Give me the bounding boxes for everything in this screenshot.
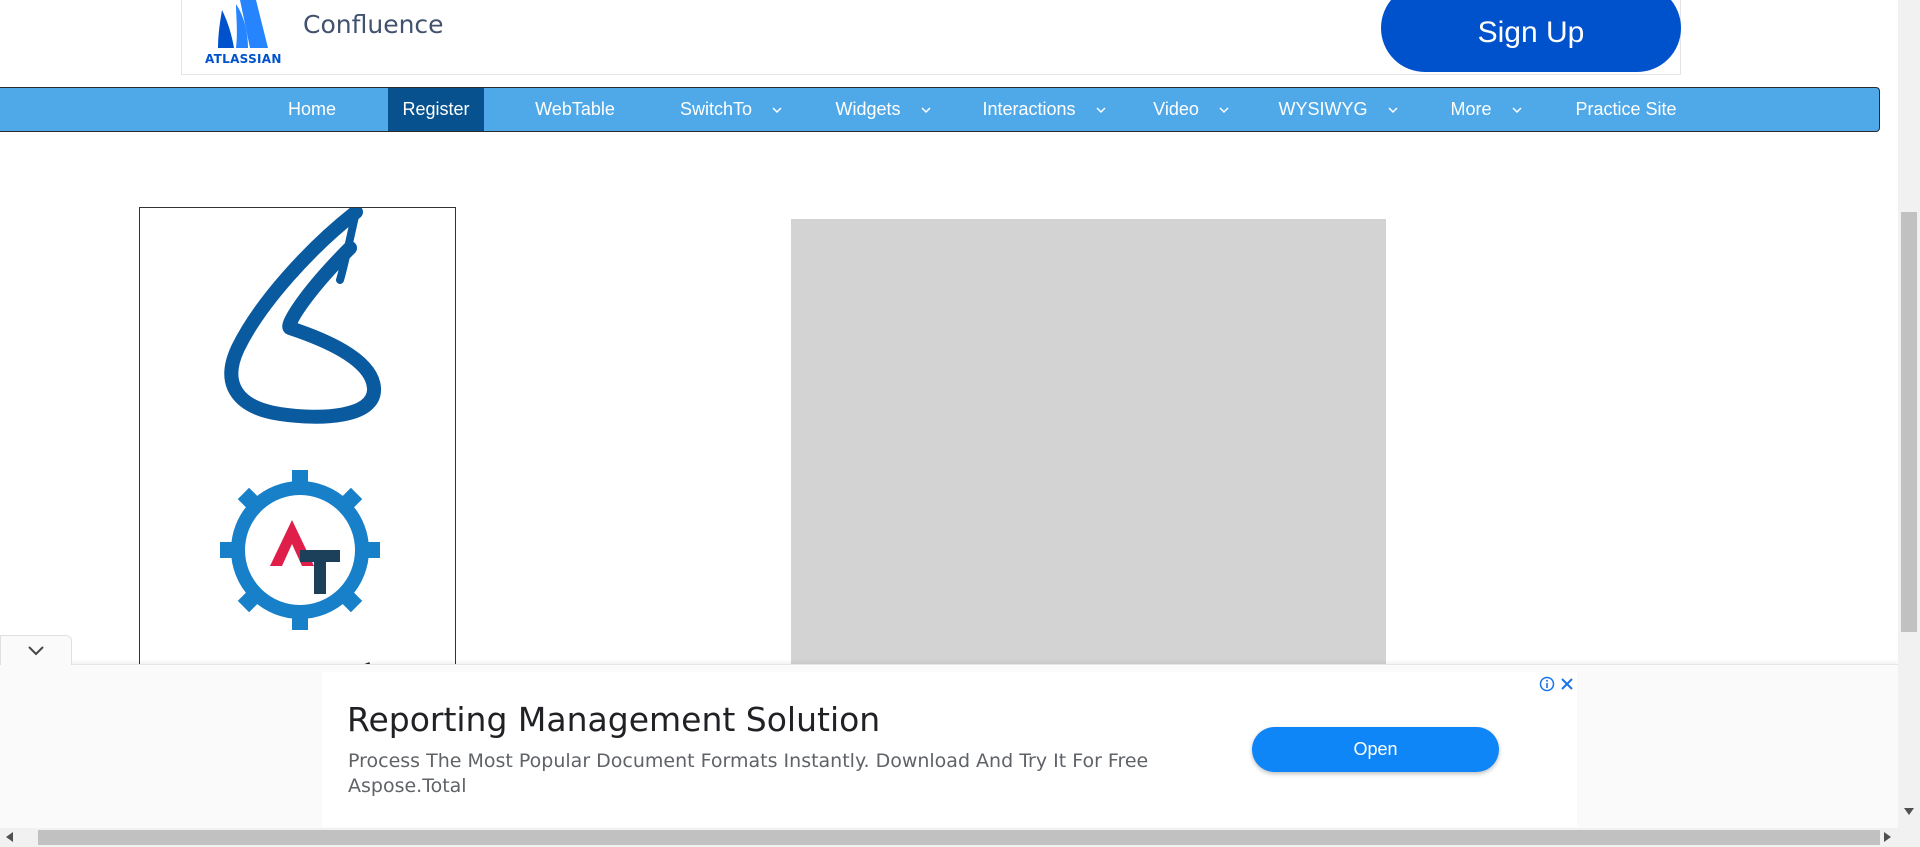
horizontal-scrollbar[interactable] xyxy=(0,828,1898,847)
chevron-down-icon xyxy=(1096,106,1106,113)
nav-item-webtable[interactable]: WebTable xyxy=(528,88,622,131)
ad-brand: Aspose.Total xyxy=(348,775,467,797)
chevron-down-icon xyxy=(920,106,931,113)
nav-item-switchto[interactable]: SwitchTo xyxy=(672,88,792,131)
scrollbar-corner xyxy=(1898,828,1920,847)
info-icon[interactable] xyxy=(1539,676,1555,692)
content-placeholder xyxy=(791,219,1386,689)
nav-item-register[interactable]: Register xyxy=(388,88,484,131)
scroll-down-arrow-icon[interactable] xyxy=(1904,808,1914,816)
chevron-down-icon xyxy=(28,645,44,655)
ad-description: Process The Most Popular Document Format… xyxy=(348,750,1149,772)
scroll-left-arrow-icon[interactable] xyxy=(6,832,14,842)
nav-item-more[interactable]: More xyxy=(1446,88,1528,131)
logo-card xyxy=(139,207,456,677)
nav-item-home[interactable]: Home xyxy=(276,88,348,131)
nav-label: Home xyxy=(287,99,336,119)
nav-item-video[interactable]: Video xyxy=(1148,88,1236,131)
vertical-scroll-thumb[interactable] xyxy=(1901,212,1917,632)
nav-label: Register xyxy=(402,99,470,119)
chevron-down-icon xyxy=(1387,106,1398,113)
chevron-down-icon xyxy=(772,106,782,113)
automation-testing-gear-logo-icon xyxy=(220,470,380,630)
nav-item-wysiwyg[interactable]: WYSIWYG xyxy=(1276,88,1402,131)
top-ad-banner[interactable]: ATLASSIAN Confluence Sign Up xyxy=(181,0,1681,75)
product-name: Confluence xyxy=(303,10,444,39)
nav-item-interactions[interactable]: Interactions xyxy=(975,88,1115,131)
vertical-scrollbar[interactable] xyxy=(1898,0,1920,828)
bottom-ad[interactable]: Reporting Management Solution Process Th… xyxy=(322,672,1577,827)
nav-item-practice-site[interactable]: Practice Site xyxy=(1570,88,1682,131)
nav-label: Video xyxy=(1153,99,1199,119)
nav-label: Widgets xyxy=(835,99,901,119)
nav-label: WYSIWYG xyxy=(1278,99,1368,119)
main-navbar: Home Register WebTable SwitchTo Widgets … xyxy=(0,87,1880,132)
nav-label: WebTable xyxy=(535,99,615,119)
sign-up-button[interactable]: Sign Up xyxy=(1381,0,1681,72)
ad-open-button[interactable]: Open xyxy=(1252,727,1499,772)
chevron-down-icon xyxy=(1511,106,1522,113)
scroll-right-arrow-icon[interactable] xyxy=(1884,832,1892,842)
atlassian-wordmark: ATLASSIAN xyxy=(205,52,282,66)
nav-label: Interactions xyxy=(982,99,1076,119)
collapse-ad-button[interactable] xyxy=(0,635,72,665)
close-icon[interactable] xyxy=(1558,675,1576,693)
nav-label: SwitchTo xyxy=(679,99,753,119)
nav-label: More xyxy=(1450,99,1492,119)
nav-item-widgets[interactable]: Widgets xyxy=(828,88,940,131)
ad-title[interactable]: Reporting Management Solution xyxy=(347,700,880,739)
horizontal-scroll-thumb[interactable] xyxy=(38,830,1880,845)
nav-label: Practice Site xyxy=(1575,99,1677,119)
s-letter-logo-icon xyxy=(224,208,381,424)
chevron-down-icon xyxy=(1219,106,1229,113)
